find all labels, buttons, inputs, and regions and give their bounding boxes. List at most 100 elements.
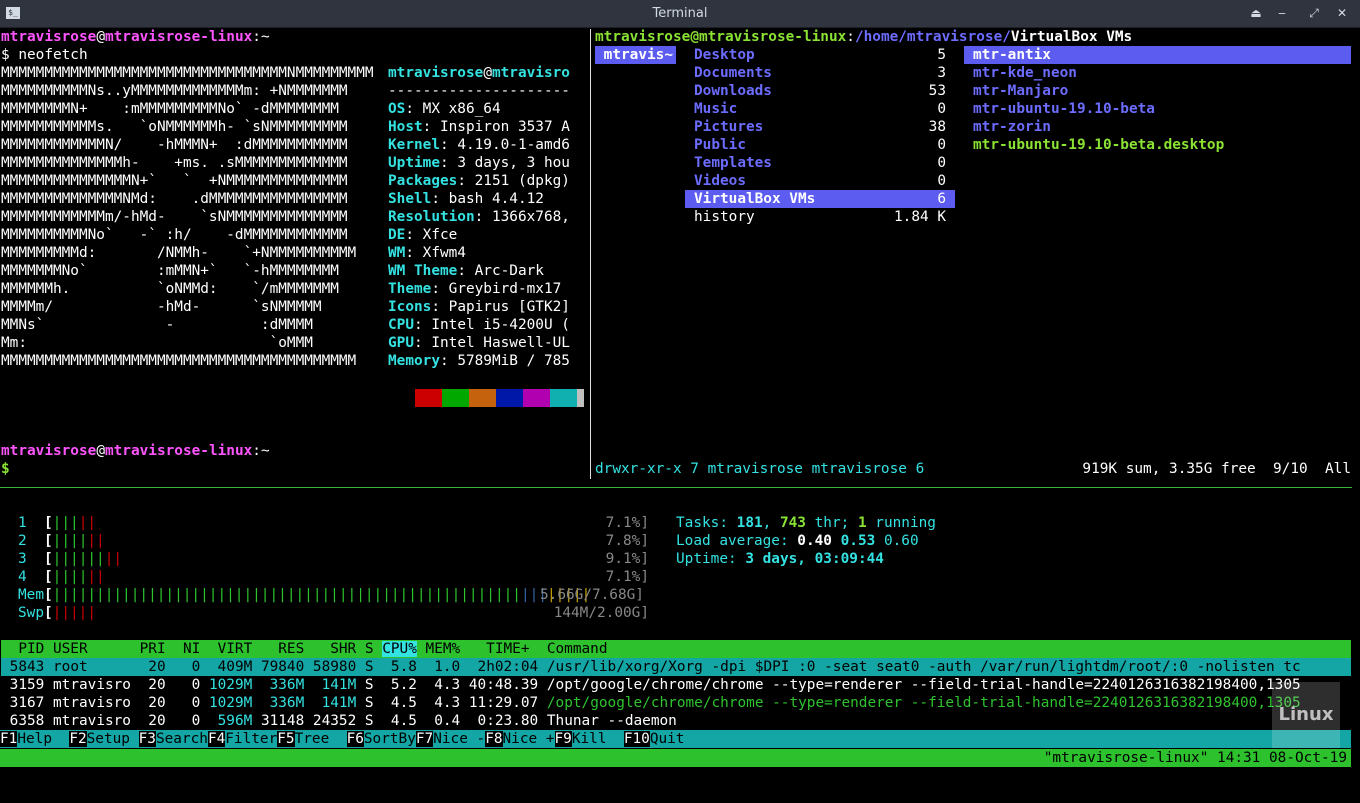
fkey-label[interactable]: Search <box>156 731 208 747</box>
distro-ascii-logo: MMMMMMMMMMMMMMMMMMMMMMMMMMMMMMMMMNMMMMMM… <box>1 64 374 370</box>
info-line: Icons: Papirus [GTK2] <box>388 299 570 315</box>
info-line: Host: Inspiron 3537 A <box>388 119 570 135</box>
ascii-line: MMMMMMMMN+ :mMMMMMMMMMNo` -dMMMMMMMM <box>1 101 339 117</box>
keep-above-icon[interactable]: ⏏ <box>1248 5 1264 21</box>
fkey-label[interactable]: Help <box>17 731 69 747</box>
info-line: OS: MX x86_64 <box>388 101 501 117</box>
process-row[interactable]: 6358 mtravisro 20 0 596M 31148 24352 S 4… <box>1 712 1351 730</box>
ranger-dir-item[interactable]: Downloads 53 <box>685 82 955 100</box>
color-swatch <box>550 389 577 407</box>
cpu-percent: 7.1%] <box>605 569 649 585</box>
info-line: Theme: Greybird-mx17 <box>388 281 562 297</box>
ascii-line: MMMMMMMMMMNo` -` :h/ -dMMMMMMMMMMMM <box>1 227 348 243</box>
close-button[interactable]: ✕ <box>1334 5 1350 21</box>
info-line: GPU: Intel Haswell-UL <box>388 335 570 351</box>
tmux-session[interactable]: [fosslinux0:htop* <box>17 768 164 784</box>
info-line: Uptime: 3 days, 3 hou <box>388 155 570 171</box>
ascii-line: MMMMMMMMMMMMm/-hMd- `sNMMMMMMMMMMMMMM <box>1 209 348 225</box>
minimize-button[interactable]: ‒ <box>1274 5 1290 21</box>
command-line[interactable]: $ neofetch <box>1 46 88 64</box>
ranger-preview-item[interactable]: mtr-antix <box>964 46 1351 64</box>
ranger-dir-item[interactable]: Pictures 38 <box>685 118 955 136</box>
ascii-line: MMMMMMMMMd: /NMMh- `+NMMMMMMMMMM <box>1 245 357 261</box>
info-line: DE: Xfce <box>388 227 458 243</box>
ranger-dir-item[interactable]: Public 0 <box>685 136 955 154</box>
fosslinux-watermark: Linux <box>1272 682 1340 748</box>
ascii-line: MMMMMMMMMMMMMMMMMMMMMMMMMMMMMMMMMMMMMMMM… <box>1 353 357 369</box>
fkey-f2[interactable]: F2 <box>69 731 87 747</box>
ascii-line: MMNs` - :dMMMM <box>1 317 313 333</box>
ranger-preview-item[interactable]: mtr-kde_neon <box>964 64 1351 82</box>
ranger-dir-item[interactable]: VirtualBox VMs 6 <box>685 190 955 208</box>
ascii-line: Mm: `oMMM <box>1 335 313 351</box>
cpu-meter: 4 [|||||| <box>18 569 105 585</box>
window-title: Terminal <box>652 6 708 21</box>
fkey-label[interactable]: Quit <box>650 731 685 747</box>
ranger-preview-item[interactable]: mtr-zorin <box>964 118 1351 136</box>
process-row[interactable]: 3167 mtravisro 20 0 1029M 336M 141M S 4.… <box>1 694 1351 712</box>
fkey-label[interactable]: Nice - <box>433 731 485 747</box>
fkey-label[interactable]: Nice + <box>503 731 555 747</box>
color-swatch <box>496 389 523 407</box>
ascii-line: MMMMMMMMMMMMN/ -hMMMN+ :dMMMMMMMMMMM <box>1 137 348 153</box>
info-line: Resolution: 1366x768, <box>388 209 570 225</box>
process-table-header[interactable]: PID USER PRI NI VIRT RES SHR S CPU% MEM%… <box>1 640 1351 658</box>
ascii-line: MMMMMMMMMMNs..yMMMMMMMMMMMMMm: +NMMMMMMM <box>1 83 348 99</box>
fkey-f10[interactable]: F10 <box>623 731 650 747</box>
fkey-label[interactable]: Filter <box>225 731 277 747</box>
fkey-f3[interactable]: F3 <box>138 731 156 747</box>
ranger-dir-item[interactable]: Music 0 <box>685 100 955 118</box>
prompt-line-1: mtravisrose@mtravisrose-linux:~ <box>1 29 270 45</box>
fkey-f7[interactable]: F7 <box>415 731 434 747</box>
cpu-percent: 7.8%] <box>605 533 649 549</box>
swap-meter: Swp[||||| <box>18 605 96 621</box>
ranger-header: mtravisrose@mtravisrose-linux:/home/mtra… <box>595 29 1133 45</box>
tasks-summary: Tasks: 181, 743 thr; 1 running <box>676 515 936 531</box>
cpu-percent: 9.1%] <box>605 551 649 567</box>
info-line: Shell: bash 4.4.12 <box>388 191 544 207</box>
fkey-f6[interactable]: F6 <box>346 731 364 747</box>
fkey-f1[interactable]: F1 <box>0 731 18 747</box>
tmux-status-bar: [fosslinux0:htop* "mtravisrose-linux" 14… <box>0 749 1351 784</box>
load-average: Load average: 0.40 0.53 0.60 <box>676 533 919 549</box>
ascii-line: MMMMm/ -hMd- `sNMMMMM <box>1 299 322 315</box>
window-titlebar[interactable]: $_ Terminal ⏏ ‒ ⤢ ✕ <box>0 0 1360 28</box>
cpu-meter: 2 [|||||| <box>18 533 105 549</box>
ascii-line: MMMMMMh. `oNMMd: `/mMMMMMMM <box>1 281 339 297</box>
ranger-status-right: 919K sum, 3.35G free 9/10 All <box>1082 461 1351 477</box>
fkey-label[interactable]: Kill <box>572 731 624 747</box>
ranger-directory-list: Desktop 5 Documents 3 Downloads 53 Music 0 Pictu… <box>685 46 955 226</box>
ranger-preview-item[interactable]: mtr-ubuntu-19.10-beta <box>964 100 1351 118</box>
ranger-preview-item[interactable]: mtr-Manjaro <box>964 82 1351 100</box>
ascii-line: MMMMMMMMMMMMMMNMd: .dMMMMMMMMMMMMMMMM <box>1 191 348 207</box>
tmux-clock: "mtravisrose-linux" 14:31 08-Oct-19 <box>1043 750 1347 766</box>
ranger-dir-item[interactable]: Templates 0 <box>685 154 955 172</box>
cpu-meter: 3 [|||||||| <box>18 551 123 567</box>
fkey-f5[interactable]: F5 <box>277 731 295 747</box>
uptime: Uptime: 3 days, 03:09:44 <box>676 551 884 567</box>
fkey-label[interactable]: Tree <box>295 731 347 747</box>
fkey-label[interactable]: SortBy <box>364 731 416 747</box>
info-line: Packages: 2151 (dpkg) <box>388 173 570 189</box>
color-swatch <box>577 389 584 407</box>
prompt-input[interactable]: $ <box>1 460 10 478</box>
fkey-f9[interactable]: F9 <box>554 731 572 747</box>
ranger-preview-file[interactable]: mtr-ubuntu-19.10-beta.desktop <box>964 136 1351 154</box>
mem-value: 5.66G/7.68G] <box>540 587 644 603</box>
mem-meter: Mem[||||||||||||||||||||||||||||||||||||… <box>18 587 591 603</box>
ranger-dir-item[interactable]: Videos 0 <box>685 172 955 190</box>
prompt-line-2: mtravisrose@mtravisrose-linux:~ <box>1 443 270 459</box>
ascii-line: MMMMMMMMMMMMMMh- +ms. .sMMMMMMMMMMMMM <box>1 155 348 171</box>
function-key-bar: F1Help F2Setup F3SearchF4FilterF5Tree F6… <box>0 730 1351 748</box>
process-row[interactable]: 5843 root 20 0 409M 79840 58980 S 5.8 1.… <box>1 658 1351 676</box>
fkey-label[interactable]: Setup <box>87 731 139 747</box>
ranger-dir-item[interactable]: Desktop 5 <box>685 46 955 64</box>
maximize-button[interactable]: ⤢ <box>1306 5 1322 21</box>
pane-divider <box>590 29 591 479</box>
ranger-parent-dir[interactable]: mtravis~ <box>595 46 676 64</box>
ranger-dir-item[interactable]: Documents 3 <box>685 64 955 82</box>
process-row[interactable]: 3159 mtravisro 20 0 1029M 336M 141M S 5.… <box>1 676 1351 694</box>
fkey-f8[interactable]: F8 <box>485 731 503 747</box>
ranger-file-item[interactable]: history 1.84 K <box>685 208 955 226</box>
fkey-f4[interactable]: F4 <box>207 731 226 747</box>
